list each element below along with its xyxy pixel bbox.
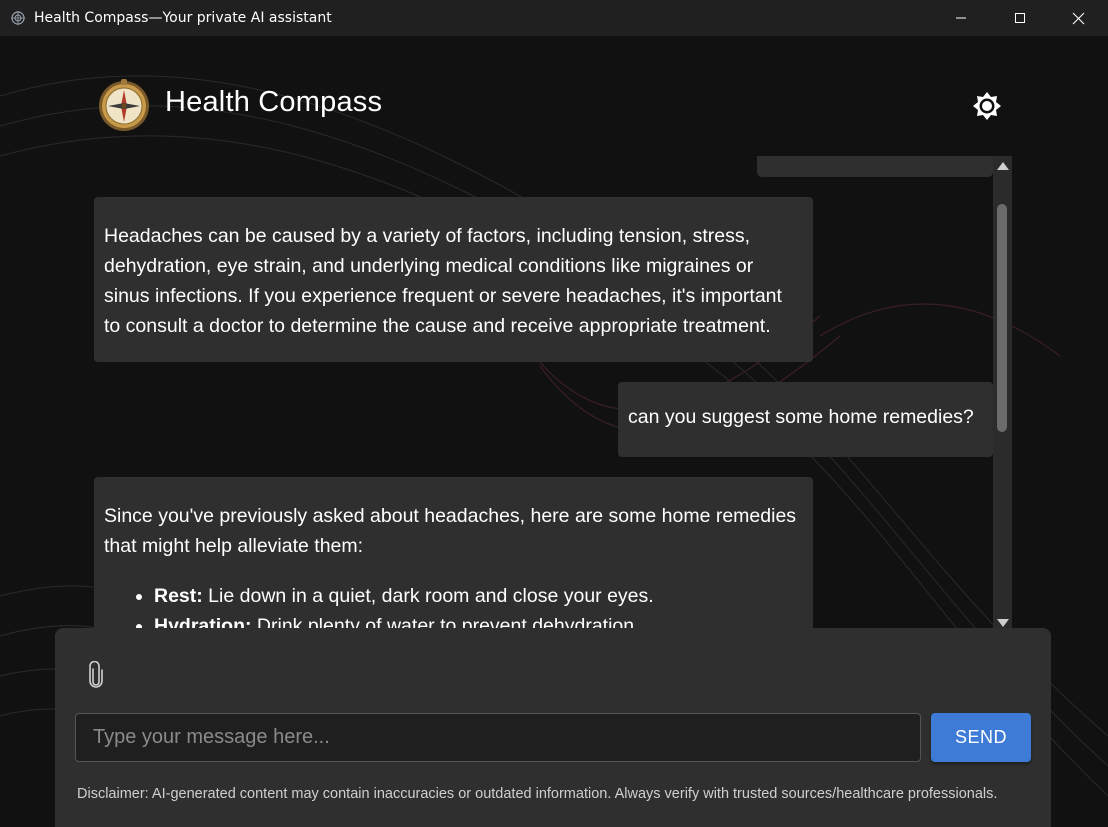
composer-panel: SEND Disclaimer: AI-generated content ma… [55,628,1051,827]
window-title: Health Compass—Your private AI assistant [34,10,332,26]
maximize-icon [1014,13,1025,23]
scroll-thumb[interactable] [997,204,1007,432]
user-message: can you suggest some home remedies? [618,382,993,457]
message-bubble-partial [757,156,993,177]
minimize-icon [955,17,966,19]
message-input[interactable] [75,713,921,762]
app-title: Health Compass [165,86,383,118]
list-item-desc: Drink plenty of water to prevent dehydra… [251,615,640,628]
close-icon [1072,12,1085,24]
scroll-up-button[interactable] [996,161,1009,171]
app-window: Health Compass—Your private AI assistant [0,0,1108,827]
assistant-message: Headaches can be caused by a variety of … [94,197,813,362]
chat-history[interactable]: Headaches can be caused by a variety of … [56,156,1012,628]
message-text: Headaches can be caused by a variety of … [104,225,782,337]
list-item-desc: Lie down in a quiet, dark room and close… [202,585,654,607]
compass-logo-icon [96,78,152,134]
theme-toggle-button[interactable] [970,89,1004,123]
remedy-list: Rest: Lie down in a quiet, dark room and… [104,581,802,628]
message-text: Since you've previously asked about head… [104,505,797,557]
minimize-button[interactable] [931,0,990,36]
list-item: Rest: Lie down in a quiet, dark room and… [154,581,802,611]
close-button[interactable] [1049,0,1108,36]
message-text: can you suggest some home remedies? [628,406,974,428]
maximize-button[interactable] [990,0,1049,36]
title-bar: Health Compass—Your private AI assistant [0,0,1108,36]
list-item: Hydration: Drink plenty of water to prev… [154,611,802,628]
triangle-down-icon [996,619,1009,627]
window-controls [931,0,1108,36]
disclaimer-text: Disclaimer: AI-generated content may con… [77,786,998,802]
scroll-down-button[interactable] [996,618,1009,628]
send-button[interactable]: SEND [931,713,1031,762]
chat-scrollbar[interactable] [993,156,1012,628]
triangle-up-icon [996,162,1009,170]
app-icon [10,10,26,26]
paperclip-icon [89,661,103,688]
list-item-term: Hydration: [154,615,252,628]
list-item-term: Rest: [154,585,203,607]
assistant-message: Since you've previously asked about head… [94,477,813,628]
attach-button[interactable] [85,660,107,690]
brightness-icon [973,92,1001,120]
